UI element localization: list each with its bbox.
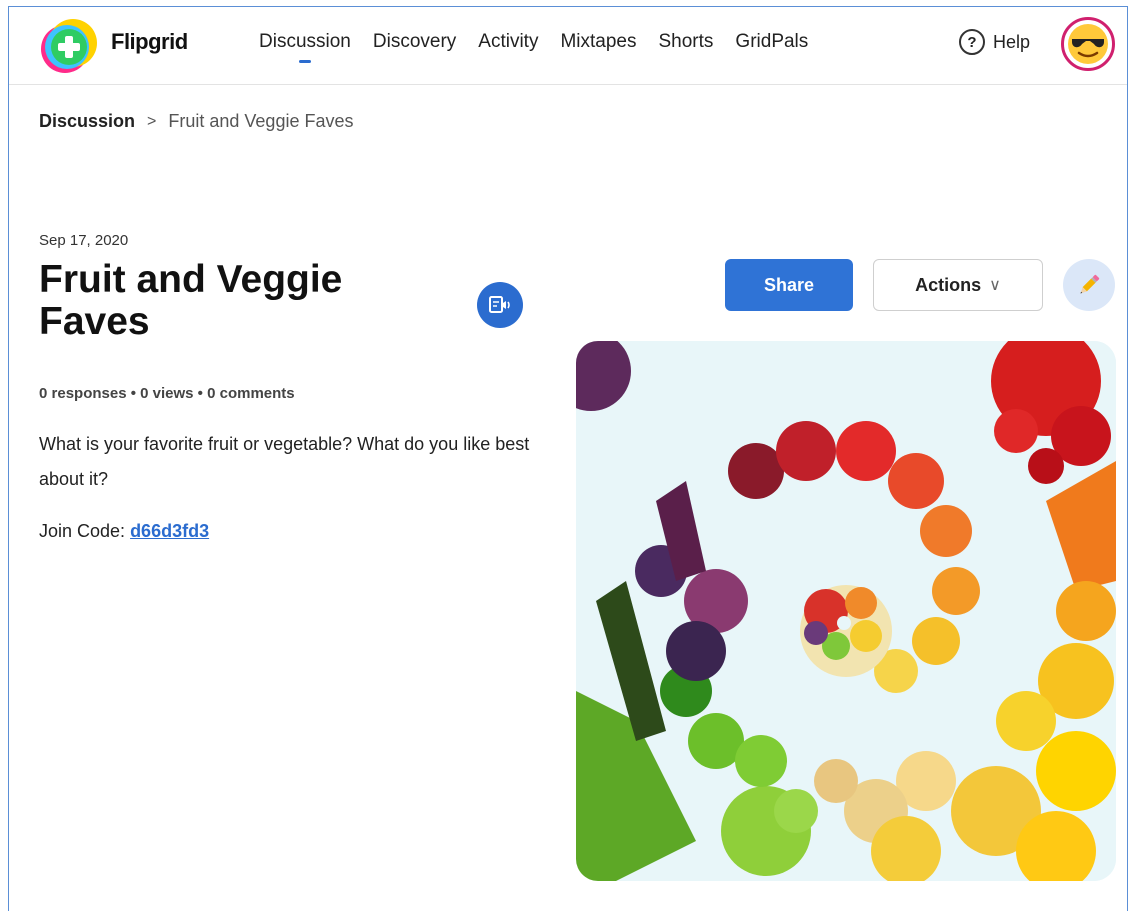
- breadcrumb-current: Fruit and Veggie Faves: [168, 111, 354, 131]
- topic-date: Sep 17, 2020: [39, 232, 129, 249]
- help-icon: ?: [959, 29, 985, 55]
- topic-stats: 0 responses • 0 views • 0 comments: [39, 385, 295, 402]
- edit-button[interactable]: [1063, 259, 1115, 311]
- join-code-link[interactable]: d66d3fd3: [130, 521, 209, 541]
- chevron-down-icon: ∨: [989, 277, 1001, 294]
- join-code-label: Join Code:: [39, 521, 131, 541]
- topic-prompt: What is your favorite fruit or vegetable…: [39, 434, 530, 489]
- help-label: Help: [993, 31, 1031, 52]
- pencil-icon: [1080, 274, 1100, 294]
- user-avatar[interactable]: [1061, 17, 1115, 71]
- app-frame: Flipgrid Discussion Discovery Activity M…: [8, 6, 1128, 911]
- chevron-right-icon: >: [147, 112, 157, 130]
- produce-spiral-image: [576, 341, 1116, 881]
- actions-label: Actions: [915, 274, 982, 295]
- immersive-reader-icon: [489, 296, 510, 313]
- flipgrid-logo-icon[interactable]: [39, 17, 99, 77]
- immersive-reader-button[interactable]: [477, 282, 523, 328]
- main-nav: Discussion Discovery Activity Mixtapes S…: [259, 31, 830, 63]
- top-nav: Flipgrid Discussion Discovery Activity M…: [9, 7, 1127, 85]
- sunglasses-emoji-icon: [1068, 24, 1108, 64]
- nav-shorts[interactable]: Shorts: [659, 31, 714, 53]
- nav-discovery[interactable]: Discovery: [373, 31, 456, 53]
- actions-dropdown[interactable]: Actions ∨: [873, 259, 1043, 311]
- breadcrumb-discussion-link[interactable]: Discussion: [39, 111, 135, 132]
- nav-mixtapes[interactable]: Mixtapes: [560, 31, 636, 53]
- topic-title: Fruit and Veggie Faves: [39, 258, 343, 343]
- join-code: Join Code: d66d3fd3: [39, 521, 209, 542]
- nav-gridpals[interactable]: GridPals: [735, 31, 808, 53]
- nav-discussion[interactable]: Discussion: [259, 31, 351, 63]
- share-button[interactable]: Share: [725, 259, 853, 311]
- help-link[interactable]: ? Help: [959, 29, 1030, 55]
- topic-image: [576, 341, 1116, 881]
- breadcrumb: Discussion > Fruit and Veggie Faves: [39, 111, 353, 132]
- nav-activity[interactable]: Activity: [478, 31, 538, 53]
- brand-name[interactable]: Flipgrid: [111, 29, 188, 55]
